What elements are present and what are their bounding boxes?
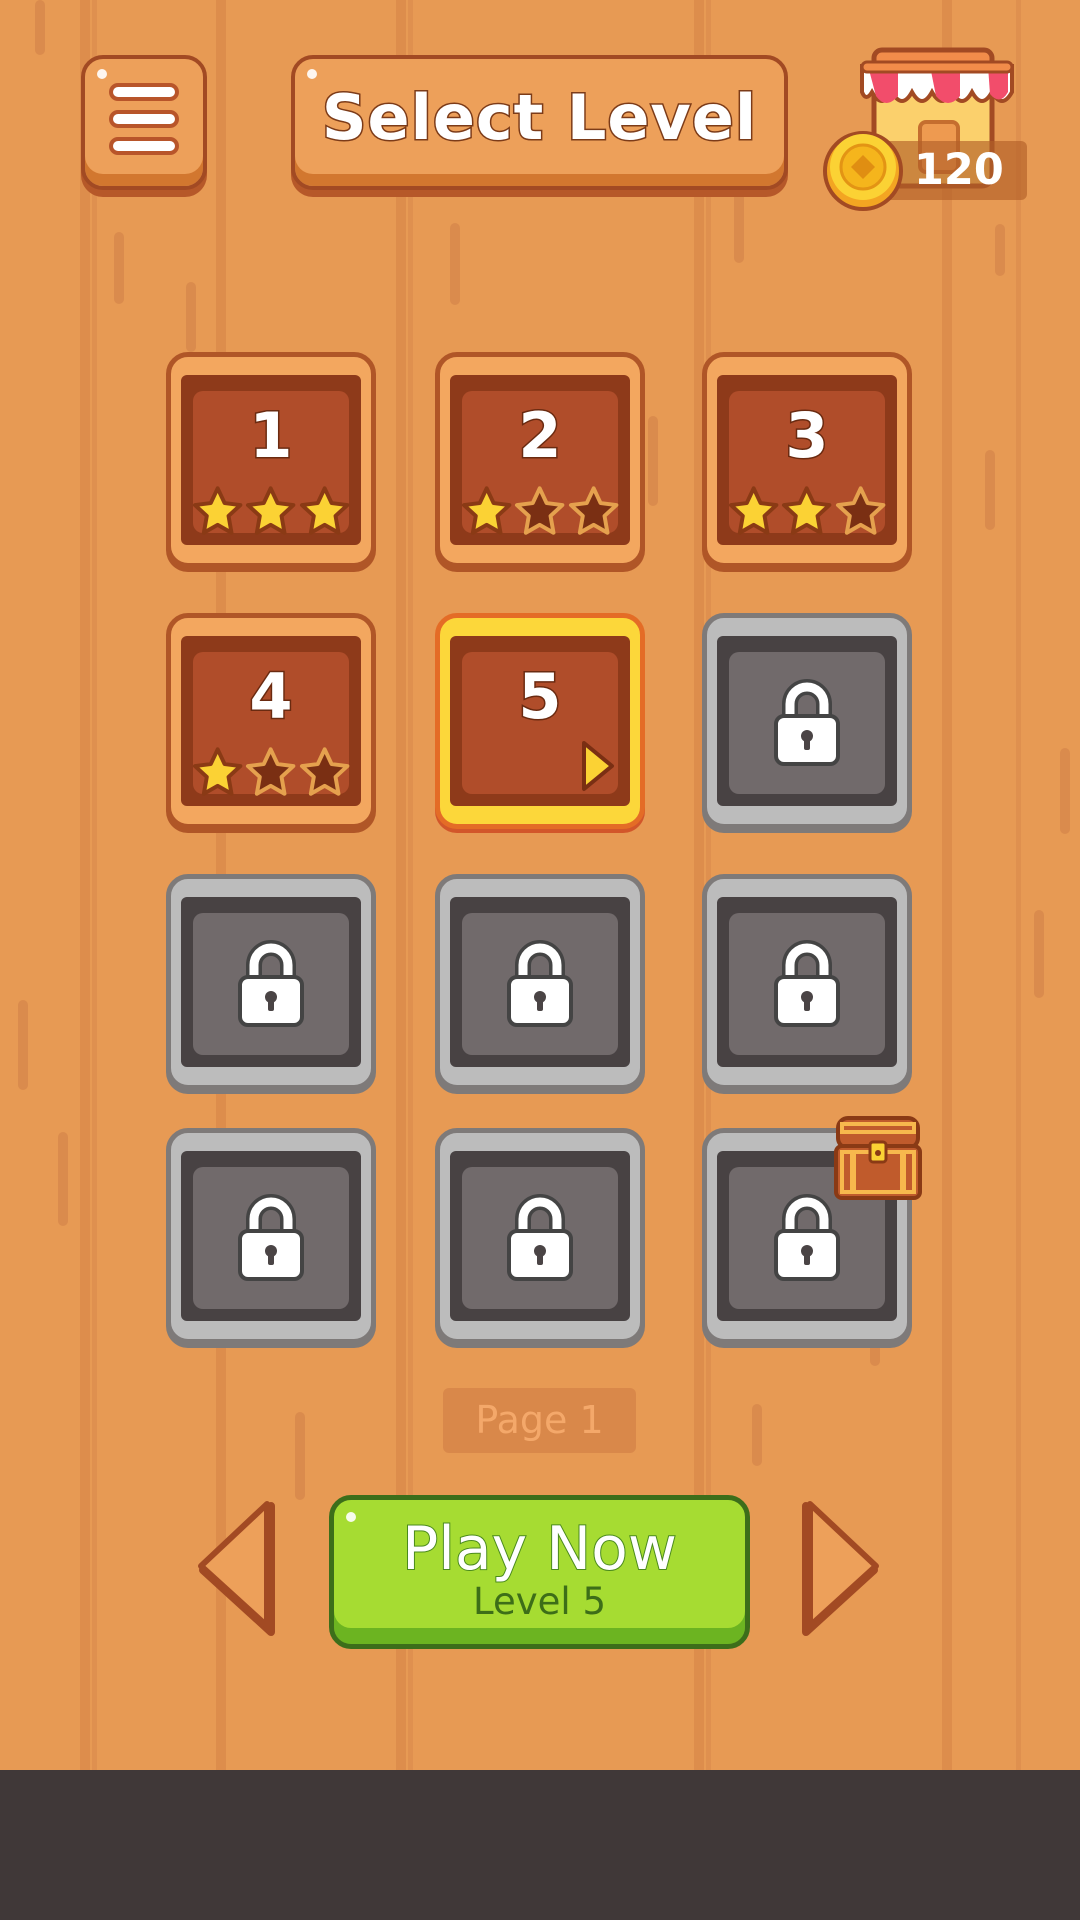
play-level-label: Level 5 [473, 1580, 606, 1623]
menu-button[interactable] [81, 55, 207, 190]
arrow-right-icon[interactable] [796, 1498, 886, 1640]
bottom-bar [0, 1770, 1080, 1920]
star-empty-icon [568, 486, 619, 535]
lock-icon [774, 679, 840, 766]
star-filled-icon [192, 747, 243, 796]
level-tile-3[interactable]: 3 [702, 352, 912, 568]
star-filled-icon [192, 486, 243, 535]
lock-icon [507, 940, 573, 1027]
star-empty-icon [515, 486, 565, 535]
star-rating [191, 485, 351, 537]
treasure-chest-icon[interactable] [830, 1112, 926, 1204]
play-now-label: Play Now [401, 1513, 678, 1585]
lock-icon [238, 1194, 304, 1281]
level-tile-2[interactable]: 2 [435, 352, 645, 568]
star-empty-icon [299, 747, 350, 796]
level-tile-5-current[interactable]: 5 [435, 613, 645, 829]
star-rating [727, 485, 887, 537]
level-tile-4[interactable]: 4 [166, 613, 376, 829]
star-filled-icon [299, 486, 350, 535]
level-tile-6-locked[interactable] [702, 613, 912, 829]
lock-icon [774, 940, 840, 1027]
level-number: 5 [517, 660, 563, 733]
star-filled-icon [728, 486, 779, 535]
coin-count: 120 [914, 145, 1004, 195]
play-now-button[interactable]: Play Now Level 5 [329, 1495, 750, 1649]
lock-icon [238, 940, 304, 1027]
level-number: 4 [248, 660, 294, 733]
wooden-background: Select Level 120 1 2 3 4 5 Page 1 Play N… [0, 0, 1080, 1770]
level-number: 3 [784, 399, 830, 472]
level-number: 1 [248, 399, 294, 472]
level-tile-1[interactable]: 1 [166, 352, 376, 568]
level-tile-10-locked[interactable] [166, 1128, 376, 1344]
lock-icon [774, 1194, 840, 1281]
star-rating [191, 746, 351, 798]
play-arrow-icon [582, 741, 614, 791]
star-filled-icon [782, 486, 832, 535]
page-indicator: Page 1 [443, 1388, 636, 1453]
gold-coin-icon [823, 131, 903, 211]
star-filled-icon [461, 486, 512, 535]
star-empty-icon [835, 486, 886, 535]
page-title: Select Level [320, 80, 758, 156]
level-tile-9-locked[interactable] [702, 874, 912, 1090]
level-tile-11-locked[interactable] [435, 1128, 645, 1344]
star-empty-icon [246, 747, 296, 796]
star-filled-icon [246, 486, 296, 535]
star-rating [460, 485, 620, 537]
lock-icon [507, 1194, 573, 1281]
level-tile-8-locked[interactable] [435, 874, 645, 1090]
level-tile-7-locked[interactable] [166, 874, 376, 1090]
title-banner: Select Level [291, 55, 788, 190]
arrow-left-icon[interactable] [191, 1498, 281, 1640]
level-number: 2 [517, 399, 563, 472]
